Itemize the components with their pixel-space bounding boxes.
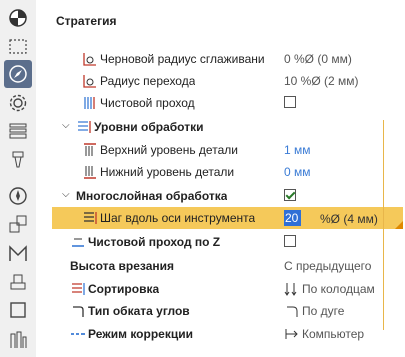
- top-level-label: Верхний уровень детали: [100, 143, 238, 157]
- stamp-icon[interactable]: [4, 268, 32, 296]
- toolpath-icon[interactable]: [4, 326, 32, 354]
- row-top-level[interactable]: Верхний уровень детали 1 мм: [36, 139, 405, 161]
- rough-radius-icon: [82, 51, 98, 67]
- row-sorting[interactable]: Сортировка По колодцам: [36, 278, 405, 300]
- corner-type-value[interactable]: По дуге: [302, 304, 398, 318]
- sorting-icon: [70, 281, 86, 297]
- row-levels-group[interactable]: ⌵ Уровни обработки: [36, 116, 405, 138]
- properties-panel: Стратегия Черновой радиус сглаживани 0 %…: [36, 0, 405, 357]
- layers-icon[interactable]: [4, 117, 32, 145]
- sorting-label: Сортировка: [88, 282, 160, 296]
- arc-corner-icon: [284, 303, 300, 319]
- chevron-down-icon[interactable]: ⌵: [62, 120, 72, 132]
- top-level-value[interactable]: 1 мм: [284, 143, 380, 157]
- finish-pass-label: Чистовой проход: [100, 96, 195, 110]
- dial-icon[interactable]: [4, 182, 32, 210]
- row-correction[interactable]: Режим коррекции Компьютер: [36, 323, 405, 345]
- row-finish-pass[interactable]: Чистовой проход: [36, 92, 405, 114]
- square-icon[interactable]: [4, 296, 32, 324]
- levels-icon: [76, 119, 92, 135]
- top-level-icon: [82, 142, 98, 158]
- correction-label: Режим коррекции: [88, 327, 193, 341]
- compass-icon[interactable]: [4, 60, 32, 88]
- bottom-level-value[interactable]: 0 мм: [284, 165, 380, 179]
- pie-chart-icon[interactable]: [4, 4, 32, 32]
- bottom-level-icon: [82, 164, 98, 180]
- step-axis-icon: [82, 210, 98, 226]
- chevron-down-icon[interactable]: ⌵: [62, 189, 72, 201]
- multilayer-label: Многослойная обработка: [76, 189, 228, 203]
- row-plunge-height[interactable]: Высота врезания С предыдущего: [36, 255, 405, 277]
- sort-order-icon: [284, 281, 300, 297]
- section-title: Стратегия: [56, 14, 117, 28]
- row-finish-z[interactable]: Чистовой проход по Z: [36, 231, 405, 253]
- sidebar: [0, 0, 37, 357]
- corner-marker-icon: [395, 221, 403, 229]
- step-axis-label: Шаг вдоль оси инструмента: [100, 211, 256, 225]
- gear-icon[interactable]: [4, 89, 32, 117]
- transition-radius-value[interactable]: 10 %Ø (2 мм): [284, 74, 380, 88]
- dashed-rectangle-icon[interactable]: [4, 32, 32, 60]
- step-axis-value: %Ø (4 мм): [320, 212, 378, 226]
- row-multilayer[interactable]: ⌵ Многослойная обработка: [36, 185, 405, 207]
- plunge-height-label: Высота врезания: [70, 259, 174, 273]
- plunge-height-value[interactable]: С предыдущего: [284, 259, 380, 273]
- computer-correction-icon: [284, 326, 300, 342]
- step-axis-input[interactable]: 20: [284, 210, 301, 226]
- finish-pass-icon: [82, 95, 98, 111]
- finish-z-checkbox[interactable]: [284, 235, 296, 247]
- correction-value[interactable]: Компьютер: [302, 327, 398, 341]
- correction-icon: [70, 326, 86, 342]
- shapes-icon[interactable]: [4, 210, 32, 238]
- multilayer-checkbox[interactable]: [284, 189, 296, 201]
- bottom-level-label: Нижний уровень детали: [100, 165, 235, 179]
- drill-bit-icon[interactable]: [4, 146, 32, 174]
- row-corner-type[interactable]: Тип обката углов По дуге: [36, 300, 405, 322]
- row-rough-radius[interactable]: Черновой радиус сглаживани 0 %Ø (0 мм): [36, 48, 405, 70]
- transition-radius-label: Радиус перехода: [100, 74, 196, 88]
- finish-z-icon: [70, 234, 86, 250]
- row-bottom-level[interactable]: Нижний уровень детали 0 мм: [36, 161, 405, 183]
- sorting-value[interactable]: По колодцам: [302, 282, 398, 296]
- transition-radius-icon: [82, 73, 98, 89]
- rough-radius-value[interactable]: 0 %Ø (0 мм): [284, 52, 380, 66]
- levels-label: Уровни обработки: [94, 120, 204, 134]
- rough-radius-label: Черновой радиус сглаживани: [100, 52, 265, 66]
- finish-pass-checkbox[interactable]: [284, 96, 296, 108]
- letter-m-icon[interactable]: [4, 240, 32, 268]
- corner-type-icon: [70, 303, 86, 319]
- row-transition-radius[interactable]: Радиус перехода 10 %Ø (2 мм): [36, 70, 405, 92]
- corner-type-label: Тип обката углов: [88, 304, 190, 318]
- finish-z-label: Чистовой проход по Z: [88, 235, 221, 249]
